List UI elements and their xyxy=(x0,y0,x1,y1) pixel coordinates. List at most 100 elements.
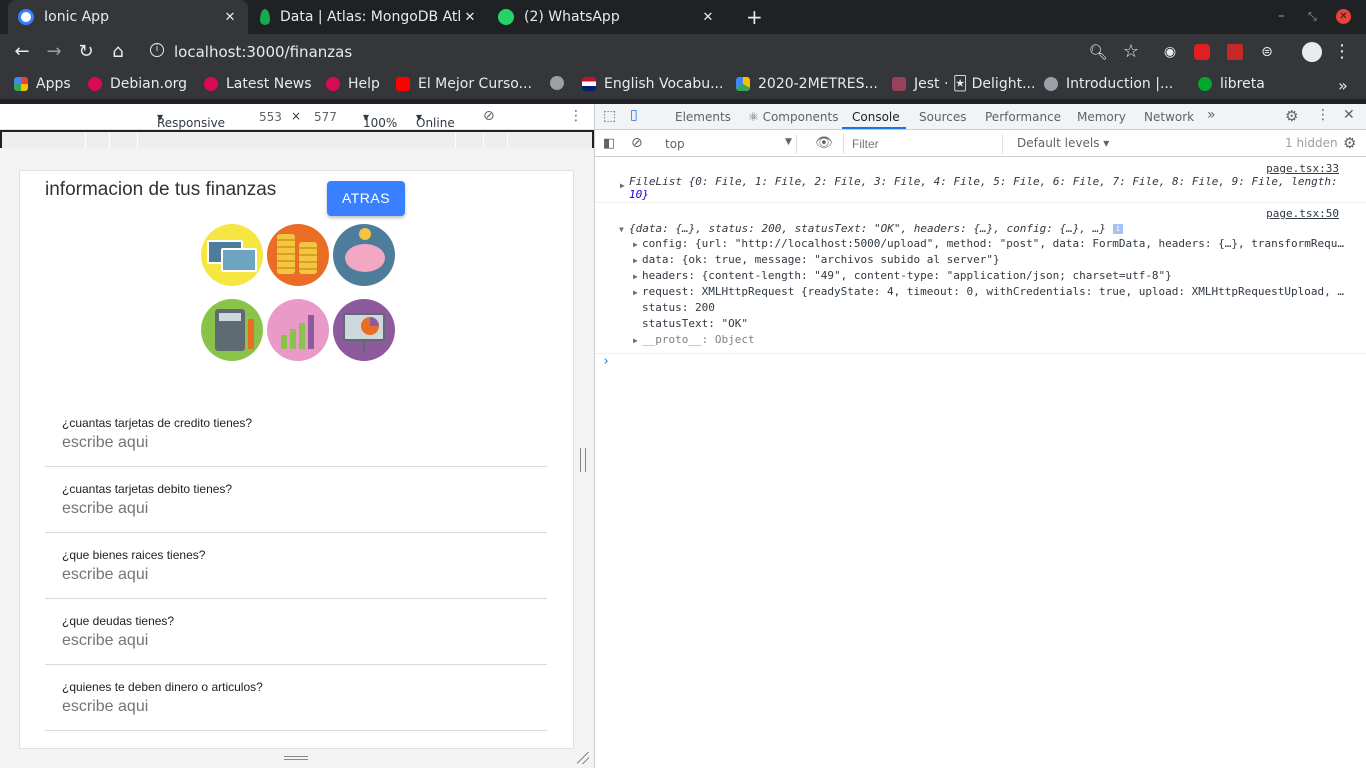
rotate-icon[interactable]: ⊘ xyxy=(483,108,495,124)
source-link[interactable]: page.tsx:50 xyxy=(1266,207,1339,220)
console-property: status: 200 xyxy=(642,301,715,314)
menu-kebab-icon[interactable]: ⋮ xyxy=(1332,42,1352,62)
extension-spy-icon[interactable]: ◉ xyxy=(1160,42,1180,62)
log-levels-select[interactable]: Default levels ▾ xyxy=(1017,136,1109,150)
bookmark-label: Latest News xyxy=(226,76,312,92)
bookmarks-overflow-icon[interactable]: » xyxy=(1338,76,1348,95)
uk-flag-icon xyxy=(582,77,596,91)
device-mode-select[interactable]: Responsive ▾ xyxy=(157,110,225,130)
presentation-icon[interactable] xyxy=(333,299,395,361)
device-toolbar: Responsive ▾ 553 × 577 100% ▾ Online ▾ ⊘… xyxy=(0,104,594,130)
reload-icon[interactable]: ↻ xyxy=(76,42,96,62)
address-bar[interactable]: i localhost:3000/finanzas xyxy=(140,38,1156,66)
bookmark-introduction[interactable]: Introduction |... xyxy=(1044,76,1173,92)
bookmark-debian[interactable]: Debian.org xyxy=(88,76,187,92)
device-toggle-icon[interactable]: ▯ xyxy=(630,107,638,123)
console-message: FileList {0: File, 1: File, 2: File, 3: … xyxy=(629,175,1338,188)
back-icon[interactable]: ← xyxy=(12,42,32,62)
globe-icon xyxy=(550,76,564,90)
expand-arrow-icon[interactable]: ▶ xyxy=(633,272,638,281)
collapse-arrow-icon[interactable]: ▼ xyxy=(619,225,624,234)
tab-performance[interactable]: Performance xyxy=(985,110,1061,124)
width-input[interactable]: 553 xyxy=(259,110,282,124)
growth-chart-icon[interactable] xyxy=(267,299,329,361)
expand-arrow-icon[interactable]: ▶ xyxy=(620,181,625,190)
live-expression-eye-icon[interactable]: 👁︎ xyxy=(815,135,833,151)
debit-cards-input[interactable] xyxy=(62,500,522,518)
throttle-select[interactable]: Online ▾ xyxy=(416,110,455,130)
question-label: ¿que deudas tienes? xyxy=(62,614,175,628)
expand-arrow-icon[interactable]: ▶ xyxy=(633,240,638,249)
debtors-input[interactable] xyxy=(62,698,522,716)
context-select[interactable]: top ▼ xyxy=(657,134,797,154)
atras-button[interactable]: ATRAS xyxy=(327,181,405,216)
debts-input[interactable] xyxy=(62,632,522,650)
source-link[interactable]: page.tsx:33 xyxy=(1266,162,1339,175)
mongodb-favicon-icon xyxy=(260,9,270,25)
tab-console[interactable]: Console xyxy=(852,110,900,124)
tab-components[interactable]: ⚛ Components xyxy=(748,110,839,124)
expand-arrow-icon[interactable]: ▶ xyxy=(633,256,638,265)
credit-cards-input[interactable] xyxy=(62,434,522,452)
browser-tab-whatsapp[interactable]: (2) WhatsApp ✕ xyxy=(488,0,726,34)
tab-memory[interactable]: Memory xyxy=(1077,110,1126,124)
info-icon[interactable]: i xyxy=(1113,224,1123,234)
home-icon[interactable]: ⌂ xyxy=(108,42,128,62)
extension-icon[interactable] xyxy=(1227,44,1243,60)
adblock-icon[interactable] xyxy=(1194,44,1210,60)
bookmark-youtube[interactable]: El Mejor Curso... xyxy=(396,76,532,92)
bookmark-star-icon[interactable]: ☆ xyxy=(1121,42,1141,62)
zoom-value: 100% xyxy=(363,116,398,130)
bookmark-libreta[interactable]: libreta xyxy=(1198,76,1265,92)
height-input[interactable]: 577 xyxy=(314,110,337,124)
profile-avatar-icon[interactable] xyxy=(1302,42,1322,62)
expand-arrow-icon[interactable]: ▶ xyxy=(633,288,638,297)
console-prompt-icon[interactable]: › xyxy=(602,354,610,369)
bookmark-globe[interactable] xyxy=(550,76,572,90)
height-resize-handle[interactable] xyxy=(284,756,308,760)
devtools-close-icon[interactable]: ✕ xyxy=(1343,107,1355,123)
browser-tab-mongodb[interactable]: Data | Atlas: MongoDB Atl ✕ xyxy=(250,0,488,34)
zoom-select[interactable]: 100% ▾ xyxy=(363,110,397,130)
new-tab-button[interactable]: + xyxy=(736,0,763,34)
sidebar-toggle-icon[interactable]: ◧ xyxy=(603,136,615,151)
tab-sources[interactable]: Sources xyxy=(919,110,966,124)
inspect-element-icon[interactable]: ⬚ xyxy=(603,108,616,124)
expand-arrow-icon[interactable]: ▶ xyxy=(633,336,638,345)
console-settings-gear-icon[interactable]: ⚙ xyxy=(1343,134,1356,152)
bookmark-english-vocab[interactable]: English Vocabu... xyxy=(582,76,723,92)
clear-console-icon[interactable]: ⊘ xyxy=(631,135,643,151)
close-icon[interactable]: ✕ xyxy=(462,10,478,25)
forward-icon[interactable]: → xyxy=(44,42,64,62)
more-tabs-icon[interactable]: » xyxy=(1207,107,1216,123)
bookmark-drive[interactable]: 2020-2METRES... xyxy=(736,76,878,92)
reader-icon[interactable]: ⊜ xyxy=(1257,42,1277,62)
console-property: config: {url: "http://localhost:5000/upl… xyxy=(642,237,1344,250)
width-resize-handle[interactable] xyxy=(580,448,586,472)
restore-icon[interactable]: ⤡ xyxy=(1308,10,1317,24)
settings-gear-icon[interactable]: ⚙ xyxy=(1285,107,1298,125)
browser-tab-ionic[interactable]: Ionic App ✕ xyxy=(8,0,248,34)
calculator-icon[interactable] xyxy=(201,299,263,361)
bookmark-help[interactable]: Help xyxy=(326,76,380,92)
devtools-menu-icon[interactable]: ⋮ xyxy=(1316,107,1330,123)
filter-input[interactable] xyxy=(843,134,1003,154)
zoom-icon[interactable]: 🔍︎ xyxy=(1088,42,1108,62)
close-icon[interactable]: ✕ xyxy=(700,10,716,25)
bookmark-apps[interactable]: Apps xyxy=(14,76,71,92)
close-icon[interactable]: ✕ xyxy=(222,10,238,25)
corner-resize-handle[interactable] xyxy=(577,752,589,764)
info-icon[interactable]: i xyxy=(150,43,164,57)
device-menu-icon[interactable]: ⋮ xyxy=(569,108,583,124)
bookmark-jest[interactable]: Jest · 🃏 Delight... xyxy=(892,76,1035,92)
piggy-bank-icon[interactable] xyxy=(333,224,395,286)
tab-network[interactable]: Network xyxy=(1144,110,1194,124)
coins-icon[interactable] xyxy=(267,224,329,286)
tab-elements[interactable]: Elements xyxy=(675,110,731,124)
window-close-icon[interactable]: ✕ xyxy=(1336,9,1351,24)
credit-cards-icon[interactable] xyxy=(201,224,263,286)
minimize-icon[interactable]: – xyxy=(1278,8,1285,24)
real-estate-input[interactable] xyxy=(62,566,522,584)
bookmark-latest-news[interactable]: Latest News xyxy=(204,76,312,92)
tab-strip: Ionic App ✕ Data | Atlas: MongoDB Atl ✕ … xyxy=(0,0,1366,34)
